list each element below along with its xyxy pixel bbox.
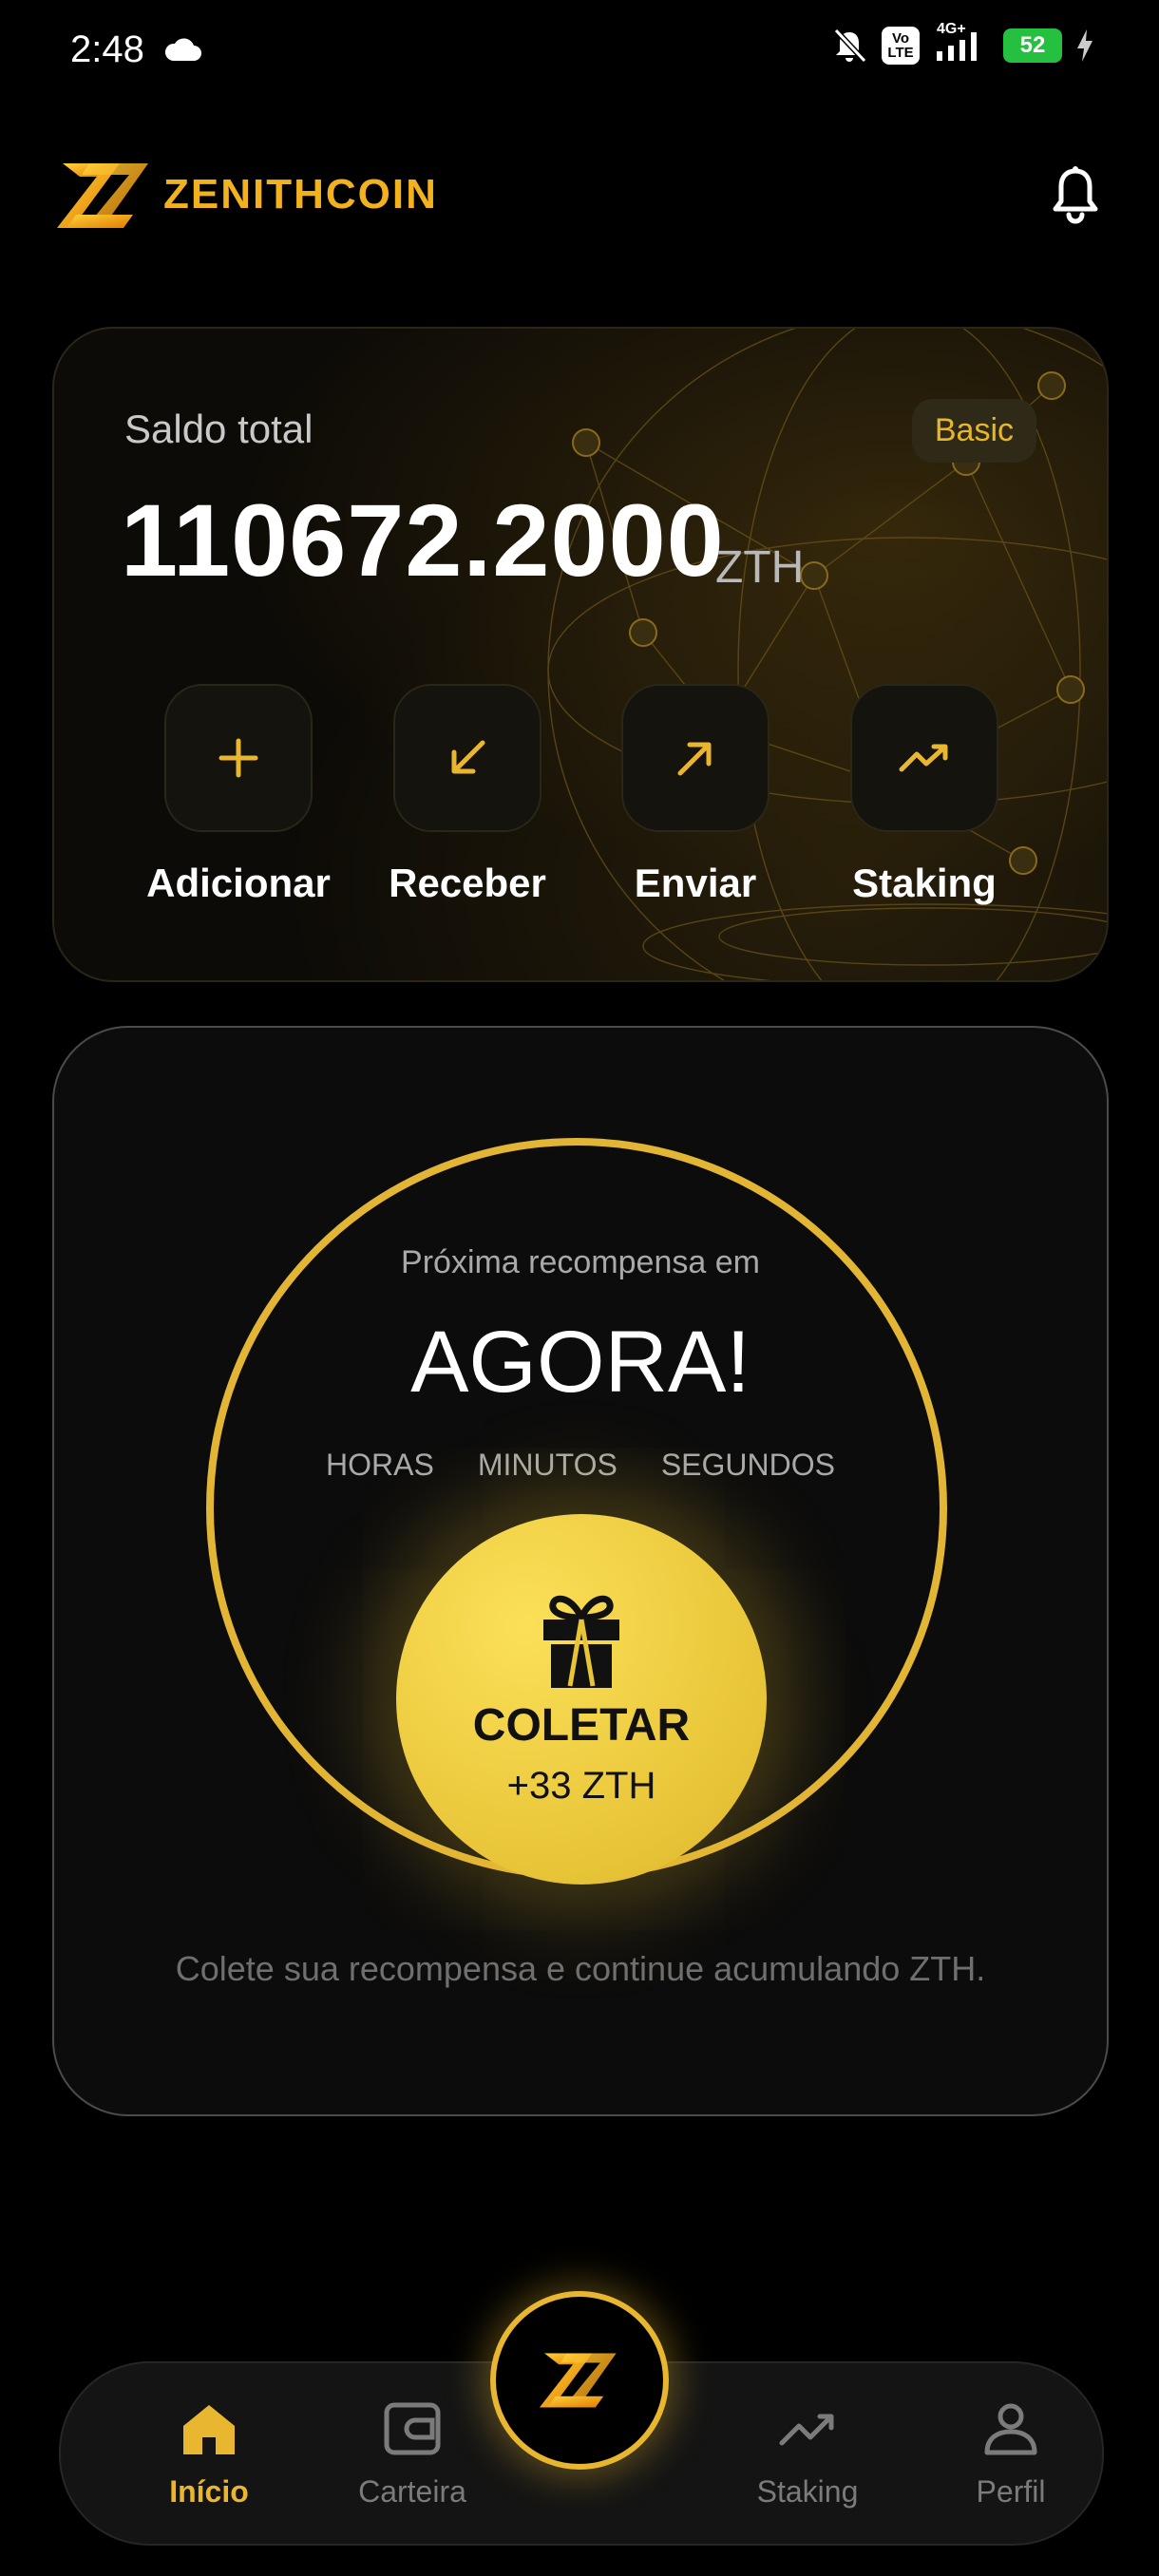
next-reward-label: Próxima recompensa em <box>401 1244 760 1280</box>
nav-label-perfil: Perfil <box>976 2474 1046 2509</box>
status-time: 2:48 <box>70 28 144 70</box>
bell-muted-icon <box>833 28 867 64</box>
balance-label: Saldo total <box>124 407 314 451</box>
add-label: Adicionar <box>146 861 331 905</box>
balance-value: 110672.2000 <box>121 483 725 597</box>
collect-button[interactable]: COLETAR +33 ZTH <box>396 1514 767 1885</box>
gift-icon <box>543 1595 619 1688</box>
reward-card: Próxima recompensa em AGORA! HORAS MINUT… <box>52 1026 1109 2116</box>
charging-icon <box>1077 29 1092 62</box>
plan-badge: Basic <box>911 399 1036 463</box>
arrow-up-right-icon <box>677 742 712 776</box>
brand-name: ZENITHCOIN <box>163 171 438 218</box>
nav-center-button[interactable] <box>490 2291 669 2470</box>
home-icon <box>183 2405 235 2454</box>
signal-icon: 4G+ <box>933 21 990 65</box>
nav-label-carteira: Carteira <box>358 2474 466 2509</box>
staking-button[interactable]: Staking <box>829 684 1019 906</box>
nav-label-inicio: Início <box>169 2474 249 2509</box>
zenithcoin-logo-icon[interactable] <box>57 160 152 232</box>
seconds-label: SEGUNDOS <box>660 1448 835 1482</box>
plus-icon <box>218 738 258 778</box>
trend-up-icon <box>779 2414 834 2446</box>
arrow-down-left-icon <box>451 740 485 774</box>
volte-bottom: LTE <box>887 45 914 61</box>
balance-card: Saldo total Basic 110672.2000 ZTH Adicio… <box>52 327 1109 982</box>
reward-hint: Colete sua recompensa e continue acumula… <box>175 1949 986 1988</box>
nav-item-inicio[interactable]: Início <box>124 2401 294 2510</box>
minutes-label: MINUTOS <box>477 1448 618 1482</box>
staking-button-tile[interactable] <box>850 684 998 832</box>
bell-icon[interactable] <box>1051 165 1100 224</box>
send-button[interactable]: Enviar <box>600 684 790 906</box>
staking-label: Staking <box>852 861 997 905</box>
cloud-icon <box>164 38 201 61</box>
time-units: HORAS MINUTOS SEGUNDOS <box>54 1448 1107 1483</box>
zenithcoin-logo-icon <box>540 2353 617 2408</box>
volte-top: Vo <box>891 30 910 47</box>
nav-label-staking: Staking <box>756 2474 859 2509</box>
user-icon <box>984 2403 1037 2455</box>
hours-label: HORAS <box>326 1448 434 1482</box>
collect-label: COLETAR <box>472 1700 691 1751</box>
nav-item-carteira[interactable]: Carteira <box>327 2401 498 2510</box>
add-button-tile[interactable] <box>164 684 313 832</box>
receive-label: Receber <box>389 861 546 905</box>
receive-button-tile[interactable] <box>393 684 542 832</box>
wallet-icon <box>384 2402 441 2455</box>
receive-button[interactable]: Receber <box>372 684 562 906</box>
balance-unit: ZTH <box>715 542 805 593</box>
collect-amount: +33 ZTH <box>506 1765 656 1807</box>
status-icons: Vo LTE 4G+ 52 <box>830 21 1094 65</box>
send-label: Enviar <box>634 861 757 905</box>
nav-item-perfil[interactable]: Perfil <box>925 2401 1096 2510</box>
nav-item-staking[interactable]: Staking <box>722 2401 893 2510</box>
trend-up-icon <box>899 744 948 772</box>
battery-indicator: 52 <box>1003 28 1062 63</box>
send-button-tile[interactable] <box>621 684 770 832</box>
countdown-value: AGORA! <box>410 1314 750 1411</box>
volte-badge: Vo LTE <box>882 27 920 65</box>
add-button[interactable]: Adicionar <box>143 684 333 906</box>
